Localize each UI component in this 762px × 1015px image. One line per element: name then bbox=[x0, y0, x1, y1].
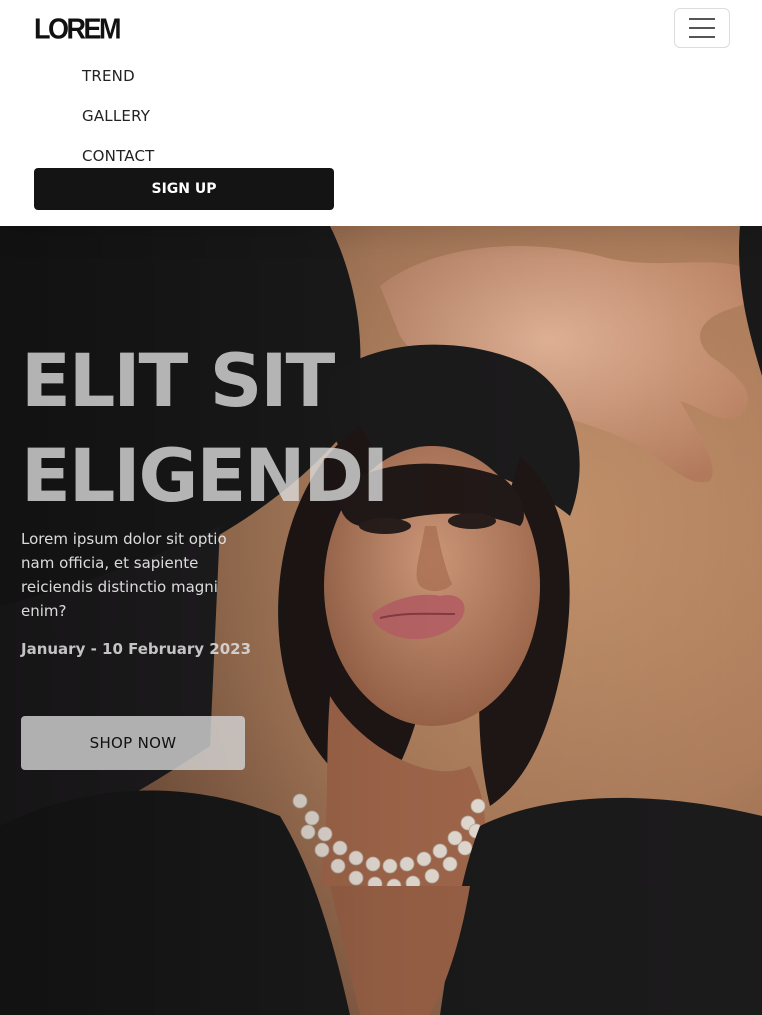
logo[interactable]: LOREM bbox=[34, 13, 122, 46]
shop-now-button[interactable]: SHOP NOW bbox=[21, 716, 245, 770]
nav-link-contact[interactable]: CONTACT bbox=[82, 147, 155, 165]
hero-title-line-2: ELIGENDI bbox=[21, 434, 389, 519]
hero-description: Lorem ipsum dolor sit optio nam officia,… bbox=[21, 530, 227, 620]
hero-date: January - 10 February 2023 bbox=[21, 640, 252, 658]
sign-up-button[interactable]: SIGN UP bbox=[34, 168, 334, 210]
hero-title-line-1: ELIT SIT bbox=[21, 339, 335, 424]
hamburger-icon-line bbox=[689, 27, 715, 29]
navbar: LOREM TREND GALLERY CONTACT SIGN UP bbox=[0, 0, 762, 226]
menu-toggle-button[interactable] bbox=[674, 8, 730, 48]
nav-item-trend: TREND bbox=[82, 56, 155, 96]
hero-section: ELIT SIT ELIGENDI Lorem ipsum dolor sit … bbox=[0, 226, 762, 1015]
hamburger-icon bbox=[689, 18, 715, 20]
hero-title: ELIT SIT ELIGENDI bbox=[21, 334, 389, 524]
nav-link-trend[interactable]: TREND bbox=[82, 67, 135, 85]
nav-item-gallery: GALLERY bbox=[82, 96, 155, 136]
hamburger-icon-line bbox=[689, 36, 715, 38]
nav-menu: TREND GALLERY CONTACT bbox=[82, 56, 155, 176]
nav-link-gallery[interactable]: GALLERY bbox=[82, 107, 150, 125]
